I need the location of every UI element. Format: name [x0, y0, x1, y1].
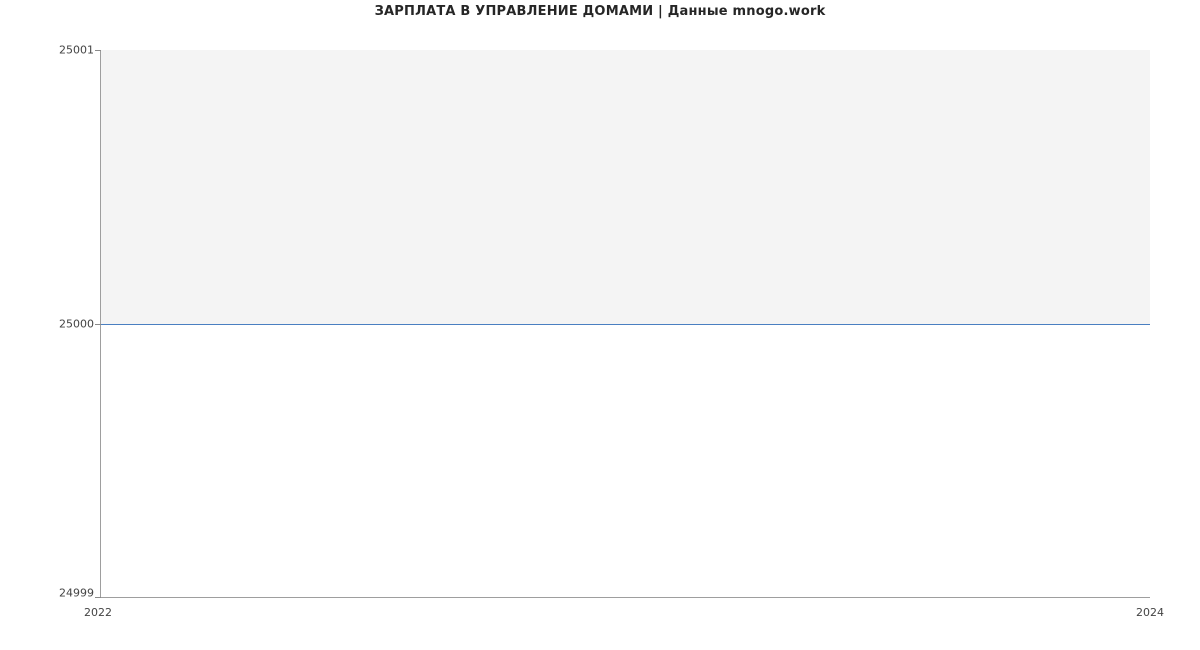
x-tick-label: 2022	[84, 606, 112, 619]
plot-band-upper	[101, 50, 1150, 324]
y-tick-label: 25001	[34, 44, 94, 57]
chart-container: ЗАРПЛАТА В УПРАВЛЕНИЕ ДОМАМИ | Данные mn…	[0, 0, 1200, 650]
y-tick	[95, 597, 101, 598]
y-tick-label: 25000	[34, 318, 94, 331]
y-tick	[95, 324, 101, 325]
chart-title: ЗАРПЛАТА В УПРАВЛЕНИЕ ДОМАМИ | Данные mn…	[0, 4, 1200, 19]
data-line	[101, 324, 1150, 325]
plot-band-lower	[101, 324, 1150, 598]
y-tick-label: 24999	[34, 586, 94, 599]
x-tick-label: 2024	[1136, 606, 1164, 619]
plot-area	[100, 50, 1150, 598]
y-tick	[95, 50, 101, 51]
